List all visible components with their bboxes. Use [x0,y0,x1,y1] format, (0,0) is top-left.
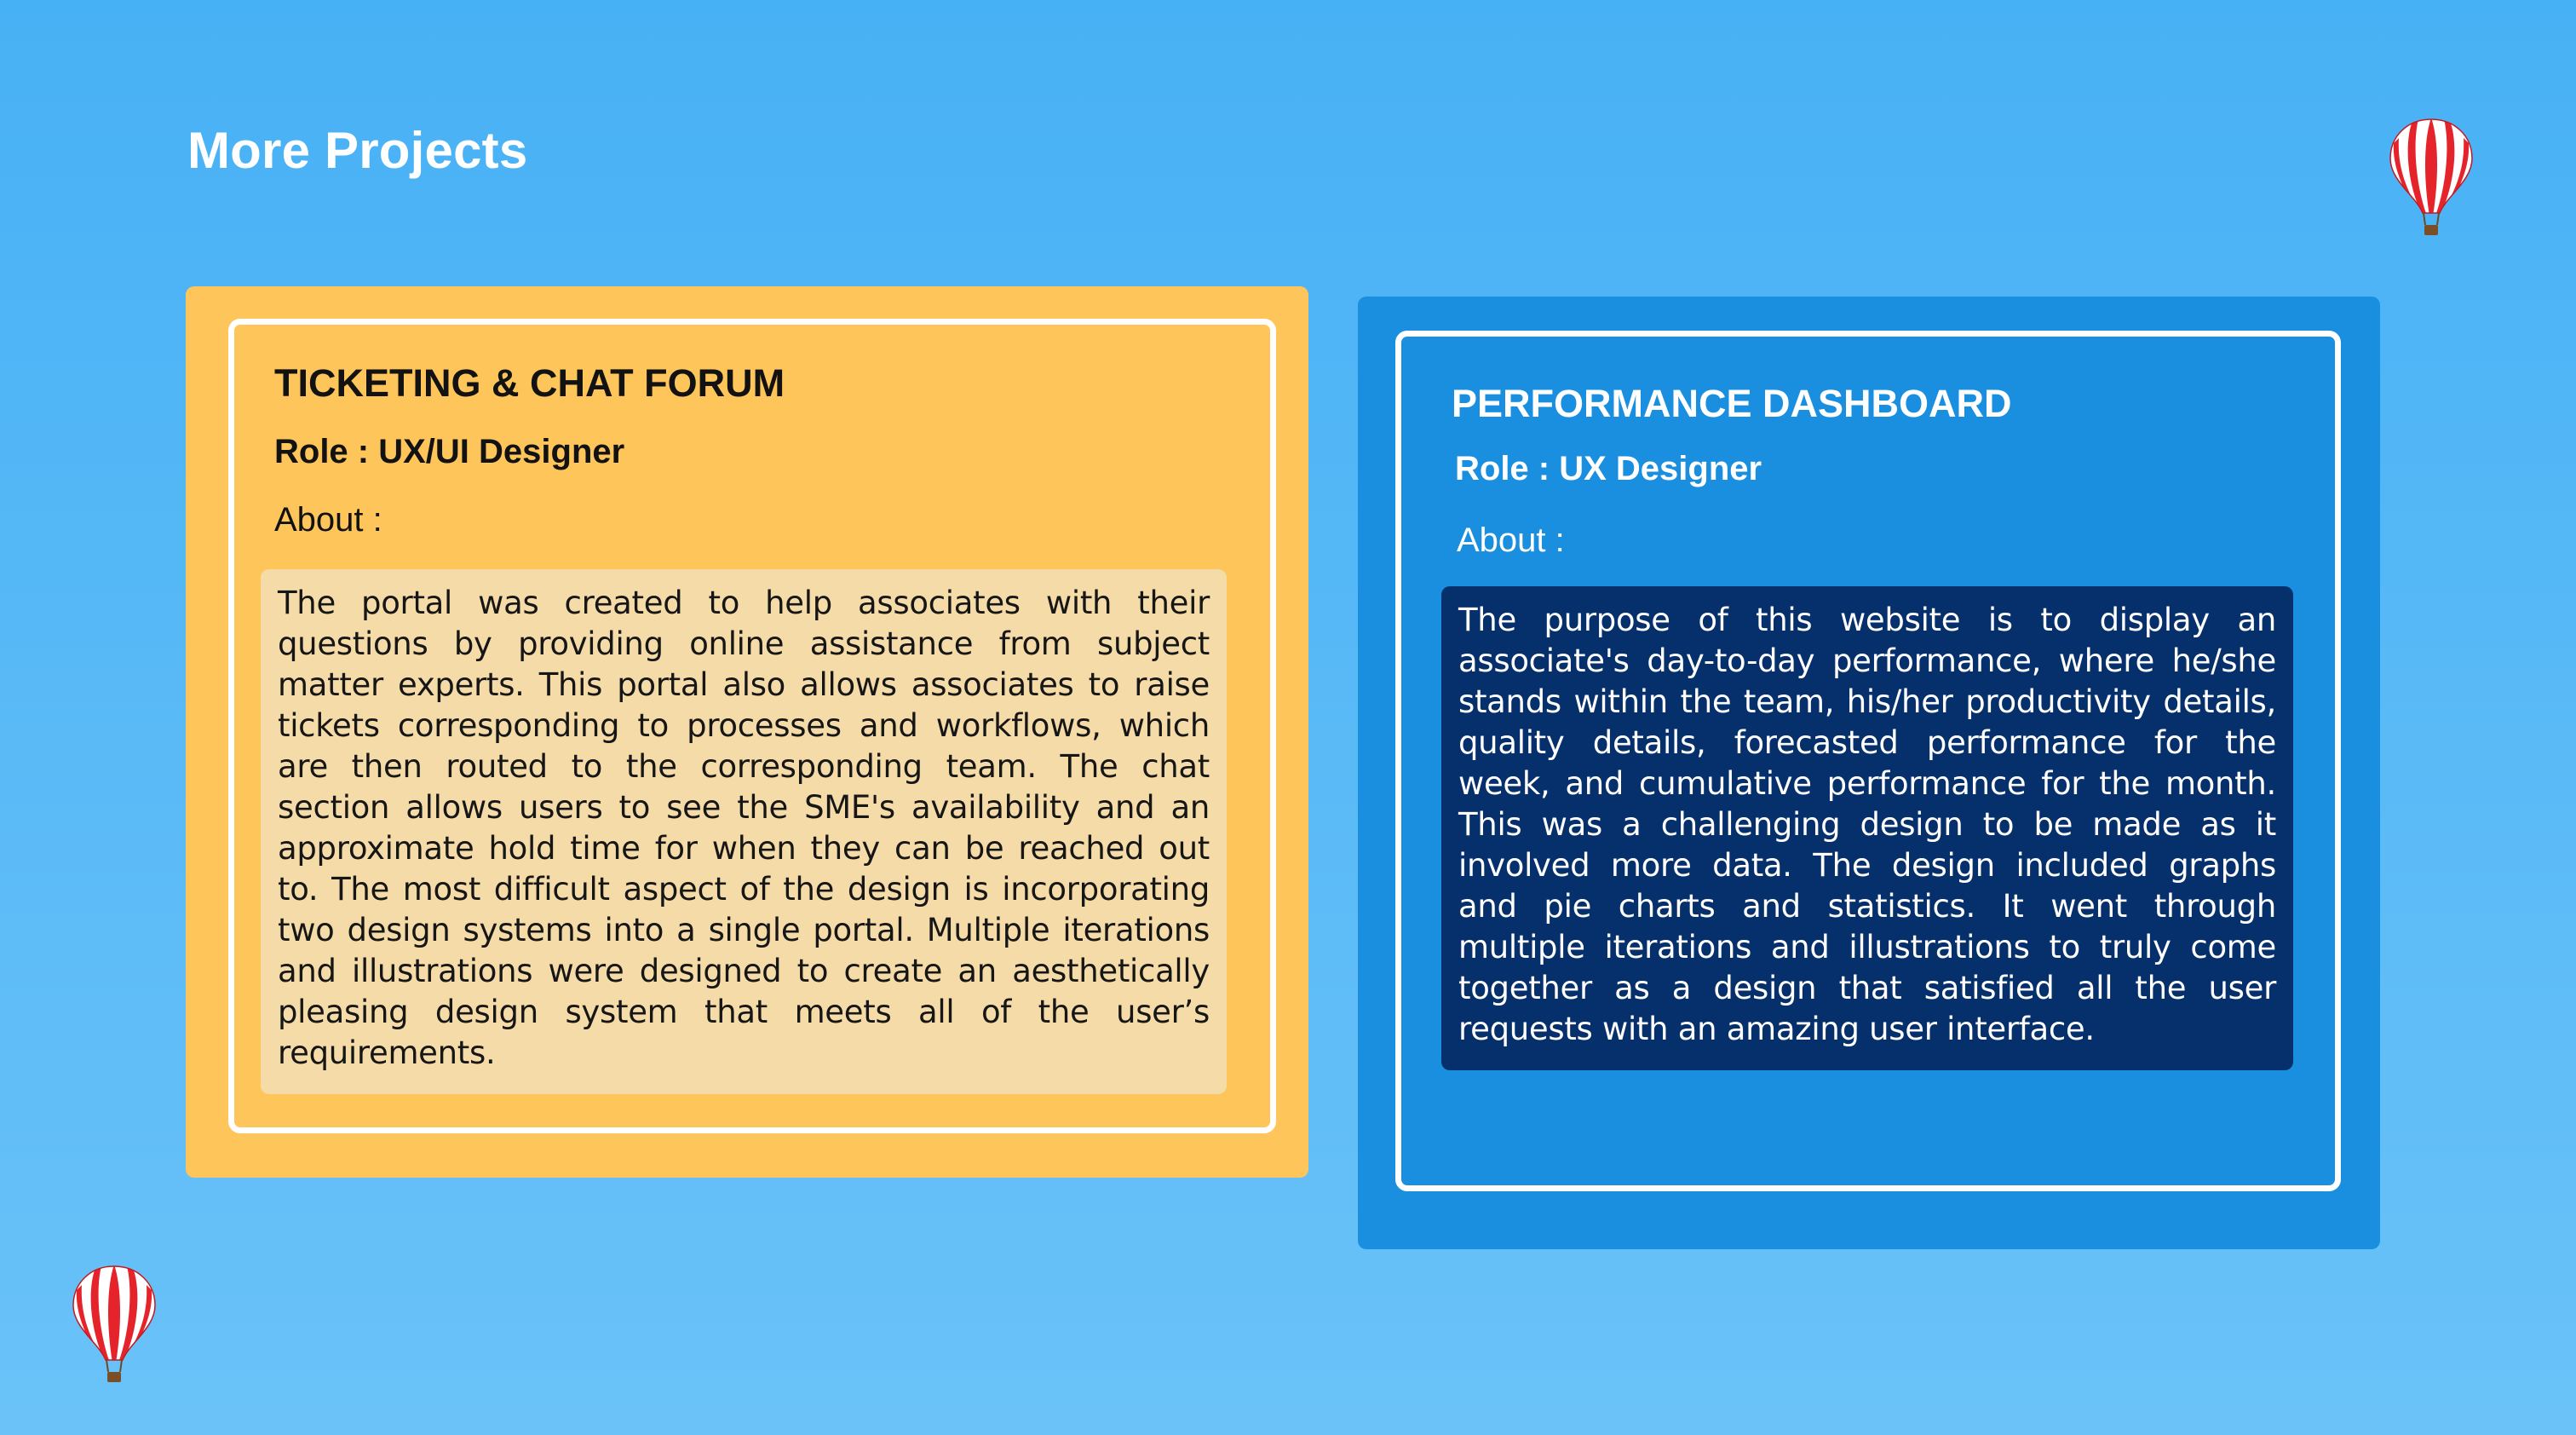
project-title: TICKETING & CHAT FORUM [274,361,785,405]
about-text: The portal was created to help associate… [278,585,1210,1071]
project-card-performance: PERFORMANCE DASHBOARD Role : UX Designer… [1358,297,2380,1249]
page-title: More Projects [187,122,528,179]
project-card-ticketing: TICKETING & CHAT FORUM Role : UX/UI Desi… [186,286,1308,1178]
about-box: The portal was created to help associate… [261,569,1227,1094]
project-title: PERFORMANCE DASHBOARD [1452,382,2012,425]
hot-air-balloon-icon [72,1265,156,1382]
about-text: The purpose of this website is to displa… [1458,602,2276,1047]
project-role: Role : UX/UI Designer [274,433,625,470]
about-label: About : [1457,522,1565,559]
about-box: The purpose of this website is to displa… [1441,586,2293,1070]
hot-air-balloon-icon [2389,118,2473,235]
project-role: Role : UX Designer [1455,450,1762,487]
about-label: About : [274,501,382,539]
